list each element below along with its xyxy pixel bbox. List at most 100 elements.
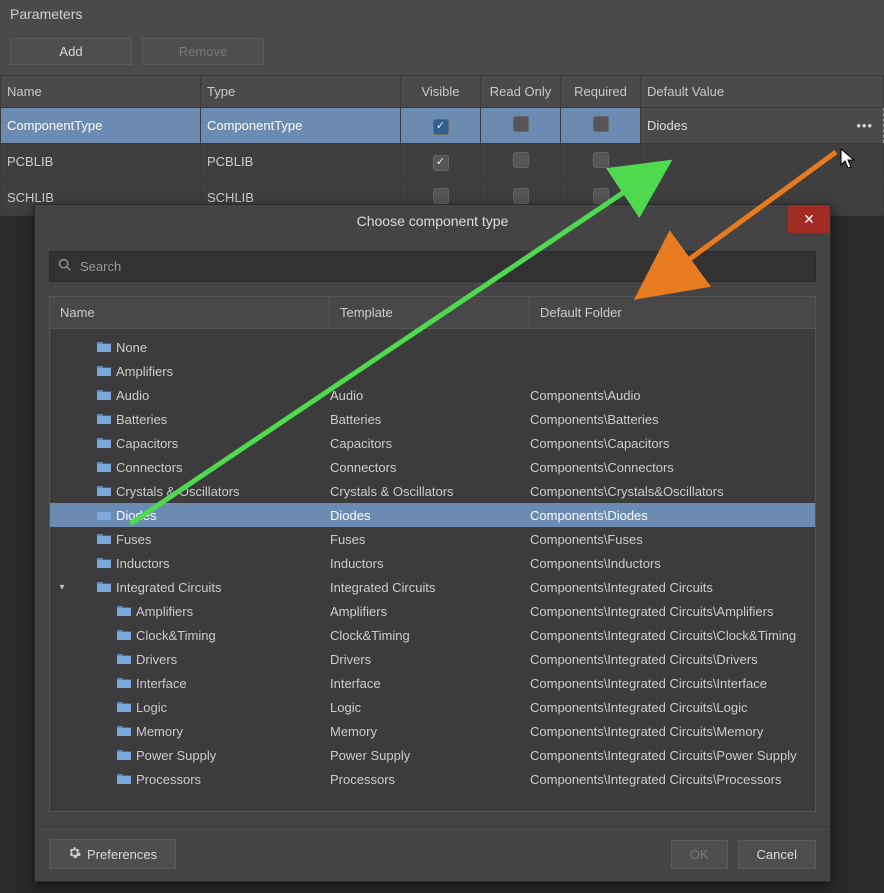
cell-type: ComponentType xyxy=(201,108,401,144)
table-row[interactable]: PCBLIBPCBLIB✓ xyxy=(1,144,884,180)
folder-icon xyxy=(96,412,112,426)
checkbox[interactable] xyxy=(513,152,529,168)
tree-node-folder: Components\Diodes xyxy=(530,508,809,523)
tree-node-name: Connectors xyxy=(116,460,182,475)
col-header-default[interactable]: Default Value xyxy=(641,76,884,108)
tree-node-name: Inductors xyxy=(116,556,169,571)
cell-default-value[interactable] xyxy=(641,144,884,180)
tree-node-template: Clock&Timing xyxy=(330,628,530,643)
checkbox[interactable] xyxy=(593,188,609,204)
tree-header-template[interactable]: Template xyxy=(330,297,530,328)
search-input[interactable]: Search xyxy=(49,251,816,282)
tree-node-template: Batteries xyxy=(330,412,530,427)
tree-row[interactable]: ProcessorsProcessorsComponents\Integrate… xyxy=(50,767,815,791)
tree-node-template: Inductors xyxy=(330,556,530,571)
checkbox[interactable] xyxy=(513,188,529,204)
cell-default-value[interactable]: Diodes••• xyxy=(641,108,884,144)
cell-name: PCBLIB xyxy=(1,144,201,180)
col-header-required[interactable]: Required xyxy=(561,76,641,108)
tree-row[interactable]: DriversDriversComponents\Integrated Circ… xyxy=(50,647,815,671)
tree-node-folder: Components\Integrated Circuits\Drivers xyxy=(530,652,809,667)
tree-row[interactable]: InductorsInductorsComponents\Inductors xyxy=(50,551,815,575)
tree-node-name: Logic xyxy=(136,700,167,715)
tree-row[interactable]: Amplifiers xyxy=(50,359,815,383)
tree-row[interactable]: CapacitorsCapacitorsComponents\Capacitor… xyxy=(50,431,815,455)
folder-icon xyxy=(96,460,112,474)
dialog-title-text: Choose component type xyxy=(357,213,509,229)
tree-row[interactable]: Clock&TimingClock&TimingComponents\Integ… xyxy=(50,623,815,647)
tree-row[interactable]: BatteriesBatteriesComponents\Batteries xyxy=(50,407,815,431)
tree-row[interactable]: DiodesDiodesComponents\Diodes xyxy=(50,503,815,527)
parameters-table: Name Type Visible Read Only Required Def… xyxy=(0,75,884,216)
expander-icon[interactable]: ▾ xyxy=(56,582,68,593)
tree-header-name[interactable]: Name xyxy=(50,297,330,328)
tree-node-template: Interface xyxy=(330,676,530,691)
tree-node-name: Memory xyxy=(136,724,183,739)
tree-node-folder: Components\Audio xyxy=(530,388,809,403)
col-header-name[interactable]: Name xyxy=(1,76,201,108)
tree-row[interactable]: Crystals & OscillatorsCrystals & Oscilla… xyxy=(50,479,815,503)
tree-node-template: Fuses xyxy=(330,532,530,547)
ellipsis-button[interactable]: ••• xyxy=(856,118,873,133)
tree-row[interactable]: AudioAudioComponents\Audio xyxy=(50,383,815,407)
checkbox[interactable] xyxy=(433,188,449,204)
search-placeholder: Search xyxy=(80,259,121,274)
tree-node-folder: Components\Integrated Circuits\Logic xyxy=(530,700,809,715)
folder-icon xyxy=(116,700,132,714)
tree-row[interactable]: Power SupplyPower SupplyComponents\Integ… xyxy=(50,743,815,767)
col-header-visible[interactable]: Visible xyxy=(401,76,481,108)
tree-node-name: Amplifiers xyxy=(116,364,173,379)
tree-node-name: Audio xyxy=(116,388,149,403)
checkbox[interactable]: ✓ xyxy=(433,119,449,135)
cell-name: ComponentType xyxy=(1,108,201,144)
tree-row[interactable]: None xyxy=(50,335,815,359)
tree-row[interactable]: ▾Integrated CircuitsIntegrated CircuitsC… xyxy=(50,575,815,599)
gear-icon xyxy=(68,846,81,862)
tree-node-folder: Components\Integrated Circuits\Processor… xyxy=(530,772,809,787)
tree-node-template: Amplifiers xyxy=(330,604,530,619)
tree-row[interactable]: InterfaceInterfaceComponents\Integrated … xyxy=(50,671,815,695)
tree-node-name: Fuses xyxy=(116,532,151,547)
folder-icon xyxy=(96,508,112,522)
tree-row[interactable]: ConnectorsConnectorsComponents\Connector… xyxy=(50,455,815,479)
ok-button: OK xyxy=(671,840,728,869)
tree-node-name: Power Supply xyxy=(136,748,216,763)
tree-node-folder: Components\Connectors xyxy=(530,460,809,475)
panel-title: Parameters xyxy=(0,0,884,28)
table-row[interactable]: ComponentTypeComponentType ✓ Diodes••• xyxy=(1,108,884,144)
tree-row[interactable]: AmplifiersAmplifiersComponents\Integrate… xyxy=(50,599,815,623)
tree-node-folder: Components\Integrated Circuits\Interface xyxy=(530,676,809,691)
tree-node-folder: Components\Integrated Circuits\Power Sup… xyxy=(530,748,809,763)
folder-icon xyxy=(96,484,112,498)
checkbox[interactable]: ✓ xyxy=(433,155,449,171)
add-button[interactable]: Add xyxy=(10,38,132,65)
tree-node-name: Crystals & Oscillators xyxy=(116,484,240,499)
tree-node-folder: Components\Integrated Circuits xyxy=(530,580,809,595)
folder-icon xyxy=(116,676,132,690)
checkbox[interactable] xyxy=(593,152,609,168)
col-header-type[interactable]: Type xyxy=(201,76,401,108)
folder-icon xyxy=(116,652,132,666)
cancel-button[interactable]: Cancel xyxy=(738,840,816,869)
tree-node-name: Batteries xyxy=(116,412,167,427)
tree-node-folder: Components\Inductors xyxy=(530,556,809,571)
component-tree: Name Template Default Folder None Amplifi… xyxy=(49,296,816,812)
checkbox[interactable] xyxy=(593,116,609,132)
tree-node-name: Interface xyxy=(136,676,187,691)
preferences-button[interactable]: Preferences xyxy=(49,839,176,869)
tree-node-template: Processors xyxy=(330,772,530,787)
checkbox[interactable] xyxy=(513,116,529,132)
tree-node-template: Drivers xyxy=(330,652,530,667)
tree-row[interactable]: MemoryMemoryComponents\Integrated Circui… xyxy=(50,719,815,743)
tree-row[interactable]: LogicLogicComponents\Integrated Circuits… xyxy=(50,695,815,719)
tree-row[interactable]: FusesFusesComponents\Fuses xyxy=(50,527,815,551)
folder-icon xyxy=(116,772,132,786)
tree-node-template: Memory xyxy=(330,724,530,739)
parameters-panel: Parameters Add Remove Name Type Visible … xyxy=(0,0,884,216)
folder-icon xyxy=(96,556,112,570)
tree-node-folder: Components\Batteries xyxy=(530,412,809,427)
folder-icon xyxy=(116,748,132,762)
dialog-close-button[interactable]: ✕ xyxy=(788,205,830,233)
tree-header-folder[interactable]: Default Folder xyxy=(530,297,815,328)
col-header-readonly[interactable]: Read Only xyxy=(481,76,561,108)
